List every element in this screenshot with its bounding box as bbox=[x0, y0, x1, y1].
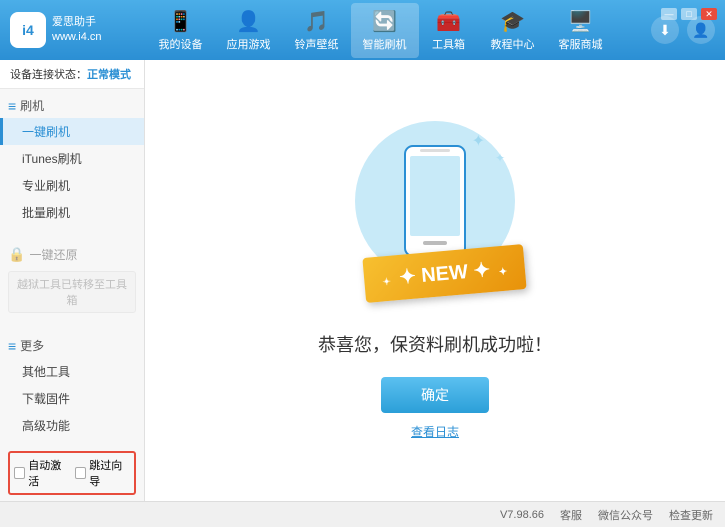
guide-restore-checkbox[interactable] bbox=[75, 467, 86, 479]
nav-app-game[interactable]: 👤 应用游戏 bbox=[215, 3, 283, 58]
phone-svg bbox=[395, 141, 475, 261]
sparkle2-icon: ✦ bbox=[495, 151, 505, 165]
auto-activate-checkbox[interactable] bbox=[14, 467, 25, 479]
toolbox-icon: 🧰 bbox=[436, 9, 461, 34]
app-icon: 👤 bbox=[236, 9, 261, 34]
sidebar-itunes-flash[interactable]: iTunes刷机 bbox=[0, 145, 144, 172]
nav-my-device[interactable]: 📱 我的设备 bbox=[147, 3, 215, 58]
nav-bar: 📱 我的设备 👤 应用游戏 🎵 铃声壁纸 🔄 智能刷机 🧰 工具箱 🎓 bbox=[110, 3, 651, 58]
flash-group-header: ≡ 刷机 bbox=[0, 93, 144, 118]
main-layout: 设备连接状态：正常模式 ≡ 刷机 一键刷机 iTunes刷机 专业刷机 批量刷机 bbox=[0, 60, 725, 501]
sidebar-download-firmware[interactable]: 下载固件 bbox=[0, 385, 144, 412]
nav-smart-flash[interactable]: 🔄 智能刷机 bbox=[351, 3, 419, 58]
sidebar-one-key-flash[interactable]: 一键刷机 bbox=[0, 118, 144, 145]
new-badge: ✦ NEW ✦ bbox=[362, 244, 527, 303]
version-label: V7.98.66 bbox=[500, 509, 544, 521]
phone-circle: ✦ ✦ ✦ NEW ✦ bbox=[355, 121, 515, 281]
flash-icon: 🔄 bbox=[372, 9, 397, 34]
header: i4 爱思助手 www.i4.cn 📱 我的设备 👤 应用游戏 🎵 铃声壁纸 🔄 bbox=[0, 0, 725, 60]
close-btn[interactable]: ✕ bbox=[701, 8, 717, 20]
nav-ringtone[interactable]: 🎵 铃声壁纸 bbox=[283, 3, 351, 58]
customer-service-link[interactable]: 客服 bbox=[560, 507, 582, 523]
ringtone-icon: 🎵 bbox=[304, 9, 329, 34]
nav-tutorial[interactable]: 🎓 教程中心 bbox=[479, 3, 547, 58]
more-header: ≡ 更多 bbox=[0, 333, 144, 358]
sidebar-other-tools[interactable]: 其他工具 bbox=[0, 358, 144, 385]
sparkle-icon: ✦ bbox=[472, 131, 485, 151]
logo-icon: i4 bbox=[10, 12, 46, 48]
success-message: 恭喜您，保资料刷机成功啦！ bbox=[318, 331, 552, 357]
window-controls: — □ ✕ bbox=[661, 8, 717, 20]
minimize-btn[interactable]: — bbox=[661, 8, 677, 20]
more-section: ≡ 更多 其他工具 下载固件 高级功能 bbox=[0, 329, 144, 443]
guide-restore-option[interactable]: 跳过向导 bbox=[75, 457, 130, 489]
sidebar-batch-flash[interactable]: 批量刷机 bbox=[0, 199, 144, 226]
header-right: ⬇ 👤 bbox=[651, 16, 715, 44]
check-update-link[interactable]: 检查更新 bbox=[669, 507, 713, 523]
sidebar: 设备连接状态：正常模式 ≡ 刷机 一键刷机 iTunes刷机 专业刷机 批量刷机 bbox=[0, 60, 145, 501]
logo-text: 爱思助手 www.i4.cn bbox=[52, 15, 102, 46]
nav-service[interactable]: 🖥️ 客服商城 bbox=[547, 3, 615, 58]
sidebar-bottom: 自动激活 跳过向导 📱 iPhone 15 Pro Max 512GB iPho… bbox=[0, 443, 144, 501]
lock-icon: 🔒 bbox=[8, 246, 25, 263]
more-icon: ≡ bbox=[8, 338, 16, 354]
restore-btn[interactable]: □ bbox=[681, 8, 697, 20]
tutorial-icon: 🎓 bbox=[500, 9, 525, 34]
device-options: 自动激活 跳过向导 bbox=[8, 451, 136, 495]
flash-group-icon: ≡ bbox=[8, 98, 16, 114]
sidebar-pro-flash[interactable]: 专业刷机 bbox=[0, 172, 144, 199]
download-btn[interactable]: ⬇ bbox=[651, 16, 679, 44]
device-icon: 📱 bbox=[168, 9, 193, 34]
user-btn[interactable]: 👤 bbox=[687, 16, 715, 44]
restore-header: 🔒 一键还原 bbox=[0, 242, 144, 267]
one-key-restore-section: 🔒 一键还原 越狱工具已转移至工具箱 bbox=[0, 238, 144, 321]
wechat-link[interactable]: 微信公众号 bbox=[598, 507, 653, 523]
restore-disabled-msg: 越狱工具已转移至工具箱 bbox=[8, 271, 136, 313]
content-area: ✦ ✦ ✦ NEW ✦ 恭喜您，保资料刷机成功啦！ 确定 查看日志 bbox=[145, 60, 725, 501]
auto-activate-option[interactable]: 自动激活 bbox=[14, 457, 69, 489]
logo: i4 爱思助手 www.i4.cn bbox=[10, 12, 110, 48]
footer: V7.98.66 客服 微信公众号 检查更新 bbox=[0, 501, 725, 527]
view-log-link[interactable]: 查看日志 bbox=[411, 423, 459, 440]
nav-toolbox[interactable]: 🧰 工具箱 bbox=[419, 3, 479, 58]
service-icon: 🖥️ bbox=[568, 9, 593, 34]
sidebar-advanced[interactable]: 高级功能 bbox=[0, 412, 144, 439]
flash-section: ≡ 刷机 一键刷机 iTunes刷机 专业刷机 批量刷机 bbox=[0, 89, 144, 230]
success-illustration: ✦ ✦ ✦ NEW ✦ bbox=[355, 121, 515, 281]
confirm-button[interactable]: 确定 bbox=[381, 377, 489, 413]
sidebar-status: 设备连接状态：正常模式 bbox=[0, 60, 144, 89]
